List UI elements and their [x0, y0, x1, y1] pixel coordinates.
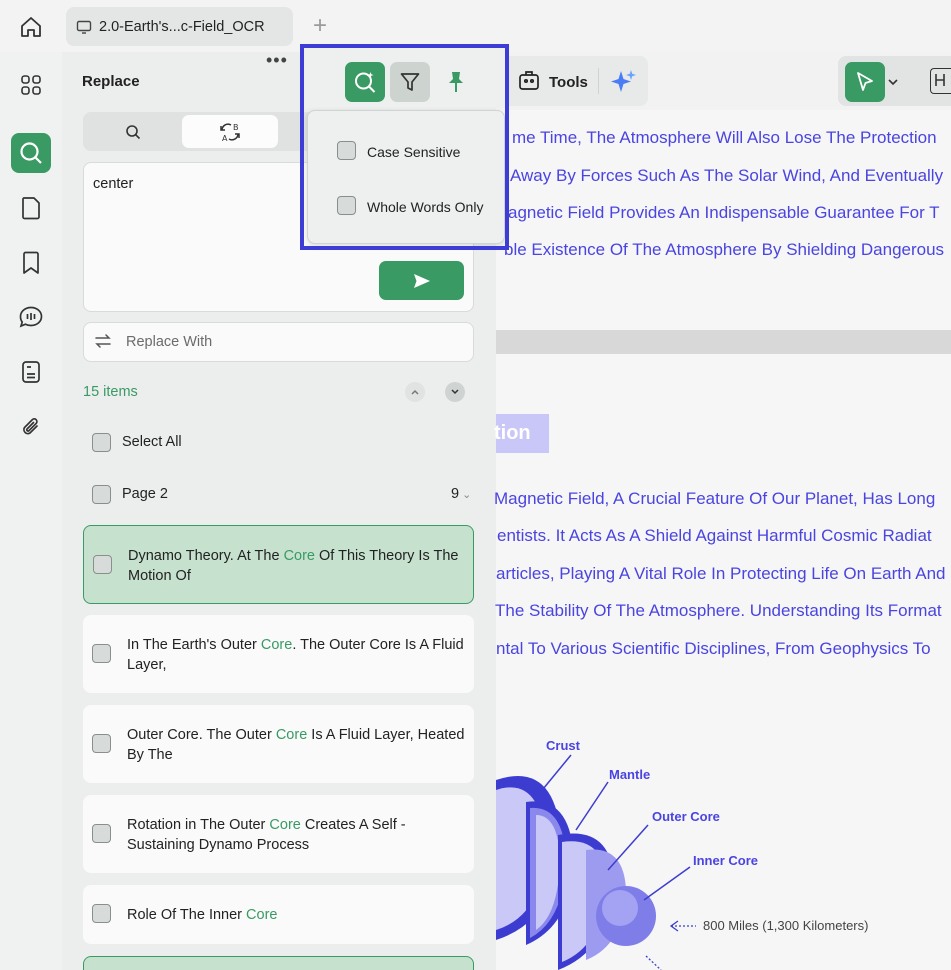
chevron-down-icon [888, 79, 898, 86]
result-item[interactable]: In The Earth's Outer Core. The Outer Cor… [83, 615, 474, 693]
page-separator [496, 330, 951, 354]
document-text-line: Away By Forces Such As The Solar Wind, A… [510, 166, 944, 185]
diagram-label-outer-core: Outer Core [652, 809, 720, 824]
search-input[interactable]: center [93, 176, 133, 192]
document-text-line: articles, Playing A Vital Role In Protec… [496, 564, 946, 583]
rail-thumbnails-button[interactable] [11, 65, 51, 105]
chevron-down-icon: ⌄ [462, 489, 472, 501]
result-checkbox[interactable] [92, 734, 111, 753]
toolbox-icon [519, 71, 539, 90]
diagram-label-distance: 800 Miles (1,300 Kilometers) [703, 918, 869, 933]
search-icon [20, 142, 42, 164]
bookmark-icon [23, 251, 39, 274]
monitor-icon [76, 20, 92, 34]
left-rail [0, 52, 62, 970]
search-send-button[interactable] [379, 261, 464, 300]
new-tab-button[interactable]: + [308, 14, 332, 38]
result-item[interactable]: Outer Core. The Outer Core Is A Fluid La… [83, 705, 474, 783]
document-heading: tion [494, 414, 549, 453]
document-text-line: The Stability Of The Atmosphere. Underst… [495, 601, 942, 620]
document-tab[interactable]: 2.0-Earth's...c-Field_OCR [66, 7, 293, 46]
result-item[interactable]: Dynamo Theory. At The Core Of This Theor… [83, 525, 474, 604]
previous-result-button[interactable] [405, 382, 425, 402]
rail-comments-button[interactable] [11, 297, 51, 337]
highlight-frame [300, 44, 509, 250]
plus-icon: + [312, 12, 327, 39]
cursor-icon [857, 72, 873, 91]
next-result-button[interactable] [445, 382, 465, 402]
home-icon [21, 17, 41, 37]
document-icon [22, 361, 40, 383]
select-tool-button[interactable] [845, 62, 885, 102]
document-text-line: ntal To Various Scientific Disciplines, … [496, 639, 931, 658]
send-icon [413, 273, 430, 288]
home-button[interactable] [14, 12, 48, 42]
document-text-line: entists. It Acts As A Shield Against Har… [497, 526, 932, 545]
panel-title: Replace [82, 73, 140, 90]
result-item[interactable] [83, 956, 474, 970]
result-item[interactable]: Role Of The Inner Core [83, 885, 474, 944]
grid-icon [21, 75, 41, 95]
rail-pages-button[interactable] [11, 188, 51, 228]
replace-input[interactable]: Replace With [126, 334, 212, 350]
tools-label[interactable]: Tools [549, 74, 588, 91]
rail-bookmarks-button[interactable] [11, 243, 51, 283]
text-tool-icon [935, 74, 945, 86]
select-all-label: Select All [122, 434, 182, 450]
document-text-line: ble Existence Of The Atmosphere By Shiel… [504, 240, 945, 259]
document-tab-title: 2.0-Earth's...c-Field_OCR [99, 18, 265, 35]
svg-text:B: B [233, 123, 239, 132]
tab-search[interactable] [86, 115, 179, 148]
ai-assistant-button[interactable] [610, 68, 638, 101]
page-group-count[interactable]: 9 ⌄ [451, 486, 471, 502]
tab-replace[interactable]: AB [182, 115, 278, 148]
rail-search-button[interactable] [11, 133, 51, 173]
result-text: Role Of The Inner Core [127, 907, 278, 923]
replace-icon: AB [220, 123, 240, 142]
rail-attachments-button[interactable] [11, 407, 51, 447]
toolbar-divider [598, 68, 599, 94]
document-text-line: me Time, The Atmosphere Will Also Lose T… [512, 128, 937, 147]
chevron-up-icon [411, 389, 419, 395]
diagram-label-crust: Crust [546, 738, 580, 753]
result-item[interactable]: Rotation in The Outer Core Creates A Sel… [83, 795, 474, 873]
result-checkbox[interactable] [92, 824, 111, 843]
panel-more-menu[interactable]: ••• [266, 50, 288, 71]
page-group-label: Page 2 [122, 486, 168, 502]
document-text-line: agnetic Field Provides An Indispensable … [508, 203, 940, 222]
paperclip-icon [23, 418, 38, 435]
comment-icon [19, 306, 43, 328]
result-text: In The Earth's Outer Core. The Outer Cor… [127, 637, 464, 673]
page-group-checkbox[interactable] [92, 485, 111, 504]
result-checkbox[interactable] [92, 904, 111, 923]
search-icon [125, 124, 140, 139]
result-text: Rotation in The Outer Core Creates A Sel… [127, 817, 406, 853]
results-count: 15 items [83, 384, 138, 400]
diagram-label-inner-core: Inner Core [693, 853, 759, 868]
svg-text:A: A [222, 134, 228, 142]
diagram-label-mantle: Mantle [609, 767, 651, 782]
select-all-checkbox[interactable] [92, 433, 111, 452]
document-text-line: Magnetic Field, A Crucial Feature Of Our… [494, 489, 936, 508]
tools-button[interactable] [517, 68, 541, 97]
rail-document-button[interactable] [11, 352, 51, 392]
result-checkbox[interactable] [93, 555, 112, 574]
result-checkbox[interactable] [92, 644, 111, 663]
select-tool-dropdown[interactable] [887, 74, 899, 92]
ai-sparkle-icon [611, 70, 636, 92]
result-text: Outer Core. The Outer Core Is A Fluid La… [127, 727, 465, 763]
swap-icon [94, 333, 112, 354]
page-icon [22, 197, 40, 220]
text-tool-button[interactable] [930, 68, 951, 94]
chevron-down-icon [451, 389, 459, 395]
result-text: Dynamo Theory. At The Core Of This Theor… [128, 548, 459, 584]
